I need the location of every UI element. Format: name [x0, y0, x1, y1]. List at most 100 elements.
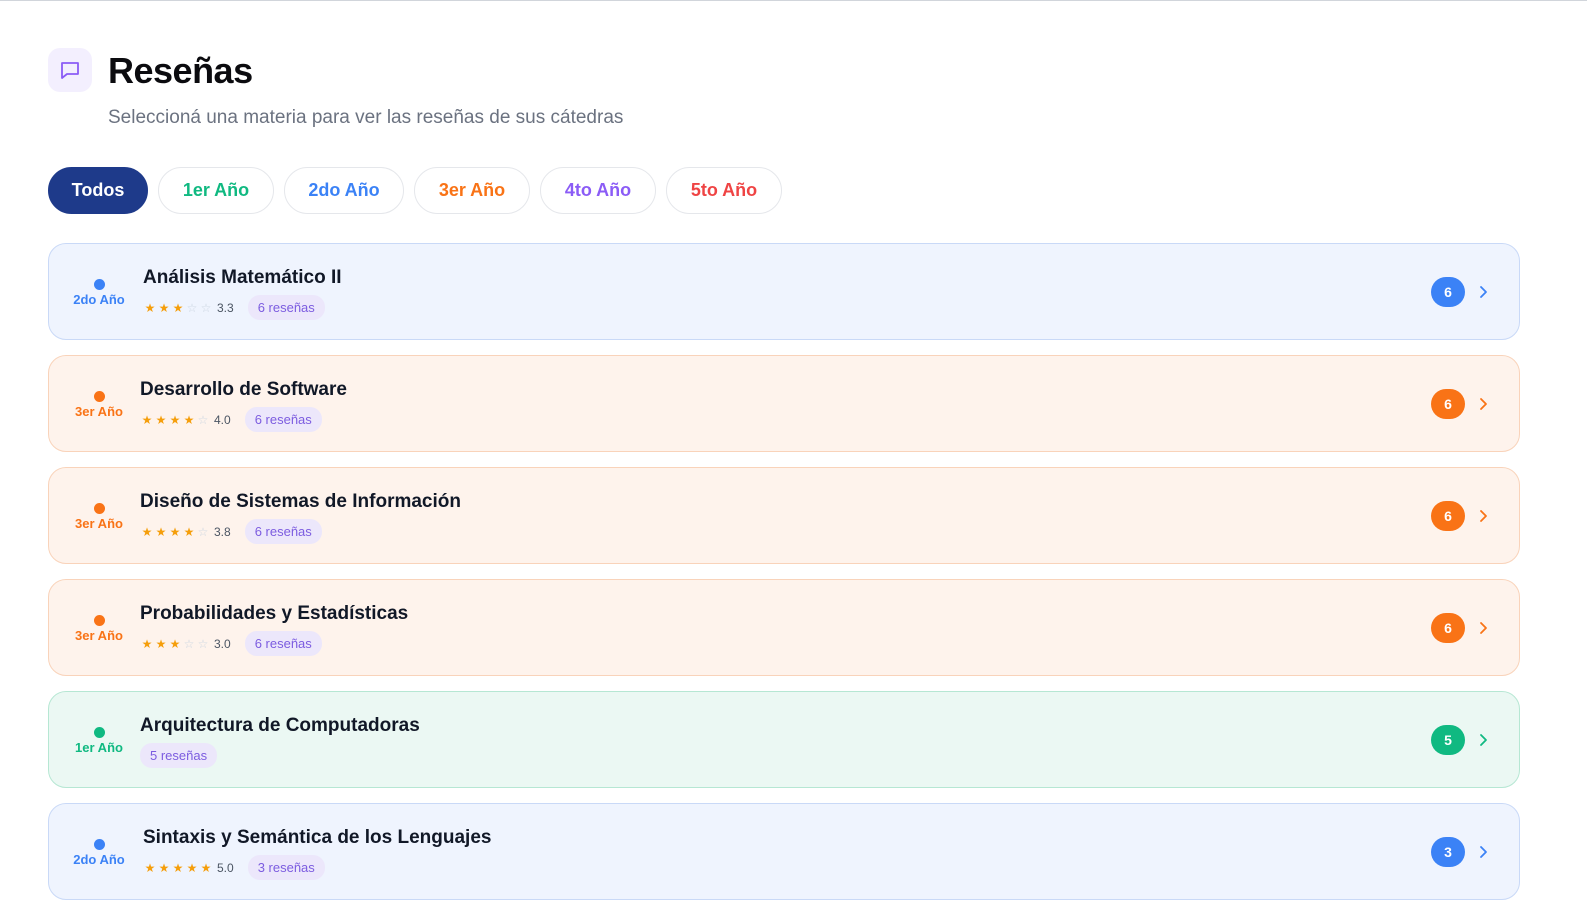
year-dot [93, 279, 105, 290]
year-dot [93, 839, 105, 850]
filter-todos[interactable]: Todos [48, 167, 148, 214]
star-rating: ★ ★ ★ ☆ ☆ [143, 302, 213, 314]
rating-value: 5.0 [217, 860, 234, 875]
review-count-pill: 3 reseñas [247, 855, 325, 880]
year-dot [93, 615, 105, 626]
page-title: Reseñas [108, 50, 253, 91]
year-label: 1er Año [75, 740, 123, 755]
year-badge: 2do Año [63, 279, 135, 307]
review-count-badge: 6 [1431, 277, 1465, 307]
subject-meta: ★ ★ ★ ☆ ☆ 3.3 6 reseñas [143, 295, 325, 320]
chevron-right-icon[interactable] [1479, 733, 1489, 747]
year-label: 3er Año [75, 516, 123, 531]
year-badge: 1er Año [63, 727, 135, 755]
review-count-badge: 6 [1431, 389, 1465, 419]
star-rating: ★ ★ ★ ★ ☆ [140, 526, 210, 538]
subject-title: Desarrollo de Software [140, 379, 347, 400]
subject-card[interactable]: 3er Año Diseño de Sistemas de Información… [48, 467, 1520, 564]
rating-value: 3.3 [217, 300, 234, 315]
message-square-icon [48, 48, 92, 92]
rating-value: 3.8 [214, 524, 231, 539]
subject-title: Arquitectura de Computadoras [140, 715, 420, 736]
star-icon: ★ [155, 636, 167, 651]
star-icon: ★ [144, 300, 156, 315]
subject-title: Sintaxis y Semántica de los Lenguajes [143, 827, 492, 848]
star-icon: ★ [200, 860, 212, 875]
star-icon: ★ [169, 636, 181, 651]
star-icon: ★ [183, 412, 195, 427]
star-icon: ★ [172, 860, 184, 875]
star-icon: ★ [141, 636, 153, 651]
star-icon: ★ [183, 524, 195, 539]
year-label: 2do Año [73, 292, 125, 307]
filter-4to-ano[interactable]: 4to Año [540, 167, 656, 214]
chevron-right-icon[interactable] [1479, 509, 1489, 523]
filter-1er-ano[interactable]: 1er Año [158, 167, 274, 214]
review-count-badge: 3 [1431, 837, 1465, 867]
review-count-pill: 6 reseñas [244, 407, 322, 432]
year-label: 3er Año [75, 404, 123, 419]
chevron-right-icon[interactable] [1479, 845, 1489, 859]
star-icon: ☆ [183, 636, 195, 651]
year-label: 2do Año [73, 852, 125, 867]
filter-2do-ano[interactable]: 2do Año [284, 167, 404, 214]
subject-meta: 5 reseñas [140, 743, 218, 768]
star-icon: ★ [169, 412, 181, 427]
star-icon: ★ [169, 524, 181, 539]
year-badge: 2do Año [63, 839, 135, 867]
subject-meta: ★ ★ ★ ★ ★ 5.0 3 reseñas [143, 855, 325, 880]
year-badge: 3er Año [63, 615, 135, 643]
chevron-right-icon[interactable] [1479, 397, 1489, 411]
rating-value: 3.0 [214, 636, 231, 651]
subject-card[interactable]: 1er Año Arquitectura de Computadoras 5 res… [48, 691, 1520, 788]
review-count-badge: 6 [1431, 613, 1465, 643]
review-count-pill: 5 reseñas [140, 743, 218, 768]
chevron-right-icon[interactable] [1479, 621, 1489, 635]
year-dot [93, 503, 105, 514]
star-icon: ★ [158, 300, 170, 315]
star-icon: ★ [141, 524, 153, 539]
star-icon: ★ [172, 300, 184, 315]
year-badge: 3er Año [63, 391, 135, 419]
star-icon: ☆ [186, 300, 198, 315]
star-rating: ★ ★ ★ ★ ★ [143, 862, 213, 874]
review-count-badge: 5 [1431, 725, 1465, 755]
year-label: 3er Año [75, 628, 123, 643]
star-rating: ★ ★ ★ ★ ☆ [140, 414, 210, 426]
subject-title: Análisis Matemático II [143, 267, 342, 288]
subject-list: 2do Año Análisis Matemático II ★ ★ ★ ☆ ☆ 3.3 6 r… [48, 243, 1520, 908]
star-icon: ☆ [197, 636, 209, 651]
star-icon: ☆ [197, 524, 209, 539]
top-divider [0, 0, 1587, 1]
page-subtitle: Seleccioná una materia para ver las rese… [108, 107, 624, 128]
subject-meta: ★ ★ ★ ★ ☆ 4.0 6 reseñas [140, 407, 322, 432]
star-icon: ☆ [200, 300, 212, 315]
subject-card[interactable]: 2do Año Sintaxis y Semántica de los Lengu… [48, 803, 1520, 900]
page-header: Reseñas Seleccioná una materia para ver … [48, 48, 623, 129]
review-count-pill: 6 reseñas [247, 295, 325, 320]
star-icon: ★ [141, 412, 153, 427]
subject-meta: ★ ★ ★ ★ ☆ 3.8 6 reseñas [140, 519, 322, 544]
review-count-pill: 6 reseñas [244, 631, 322, 656]
subject-card[interactable]: 3er Año Desarrollo de Software ★ ★ ★ ★ ☆ 4.0 6 r… [48, 355, 1520, 452]
star-icon: ★ [158, 860, 170, 875]
filter-5to-ano[interactable]: 5to Año [666, 167, 782, 214]
subject-title: Probabilidades y Estadísticas [140, 603, 409, 624]
subject-meta: ★ ★ ★ ☆ ☆ 3.0 6 reseñas [140, 631, 322, 656]
subject-card[interactable]: 3er Año Probabilidades y Estadísticas ★ ★ ★ ☆… [48, 579, 1520, 676]
star-icon: ★ [144, 860, 156, 875]
rating-value: 4.0 [214, 412, 231, 427]
review-count-pill: 6 reseñas [244, 519, 322, 544]
star-rating: ★ ★ ★ ☆ ☆ [140, 638, 210, 650]
star-icon: ★ [186, 860, 198, 875]
year-badge: 3er Año [63, 503, 135, 531]
star-icon: ☆ [197, 412, 209, 427]
review-count-badge: 6 [1431, 501, 1465, 531]
subject-card[interactable]: 2do Año Análisis Matemático II ★ ★ ★ ☆ ☆ 3.3 6 r… [48, 243, 1520, 340]
filter-3er-ano[interactable]: 3er Año [414, 167, 530, 214]
subject-title: Diseño de Sistemas de Información [140, 491, 461, 512]
chevron-right-icon[interactable] [1479, 285, 1489, 299]
star-icon: ★ [155, 412, 167, 427]
year-filter-bar: Todos 1er Año 2do Año 3er Año 4to Año 5t… [48, 167, 792, 214]
year-dot [93, 727, 105, 738]
